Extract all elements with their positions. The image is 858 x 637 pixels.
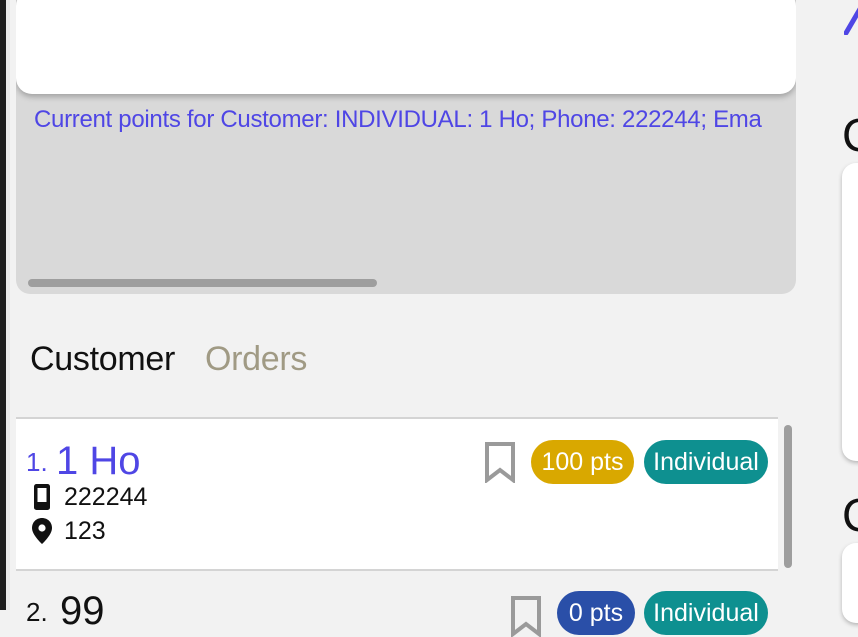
points-panel[interactable]: Current points for Customer: INDIVIDUAL:…: [16, 0, 796, 294]
right-heading: C: [842, 108, 858, 162]
tab-orders[interactable]: Orders: [205, 340, 307, 379]
list-item-index: 2.: [26, 597, 48, 627]
customer-name[interactable]: 99: [60, 589, 105, 634]
list-item-index: 1.: [26, 447, 48, 477]
current-points-text: Current points for Customer: INDIVIDUAL:…: [34, 106, 762, 133]
window-frame-inner: [6, 0, 10, 610]
list-item[interactable]: 2. 99 0 pts Individual: [16, 571, 778, 637]
bookmark-icon[interactable]: [510, 595, 542, 637]
tab-customer[interactable]: Customer: [30, 340, 175, 379]
customer-name[interactable]: 1 Ho: [56, 439, 141, 484]
customer-phone: 222244: [64, 483, 148, 511]
list-item[interactable]: 1. 1 Ho 222244 123 100 pts Individual: [16, 419, 778, 569]
accent-stroke-icon: [844, 7, 858, 35]
customer-address: 123: [64, 517, 106, 545]
points-badge: 100 pts: [531, 440, 634, 484]
location-pin-icon: [32, 518, 52, 544]
search-card[interactable]: [16, 0, 796, 94]
bookmark-icon[interactable]: [484, 441, 516, 483]
points-badge: 0 pts: [557, 591, 635, 635]
customer-type-badge: Individual: [644, 440, 768, 484]
phone-icon: [34, 484, 50, 510]
right-heading: C: [842, 488, 858, 542]
customer-type-badge: Individual: [644, 591, 768, 635]
vertical-scrollbar[interactable]: [784, 425, 792, 568]
right-card[interactable]: [842, 163, 858, 461]
customer-list: 1. 1 Ho 222244 123 100 pts Individual 2.…: [16, 417, 778, 637]
horizontal-scrollbar[interactable]: [28, 279, 377, 287]
right-card[interactable]: [842, 543, 858, 623]
